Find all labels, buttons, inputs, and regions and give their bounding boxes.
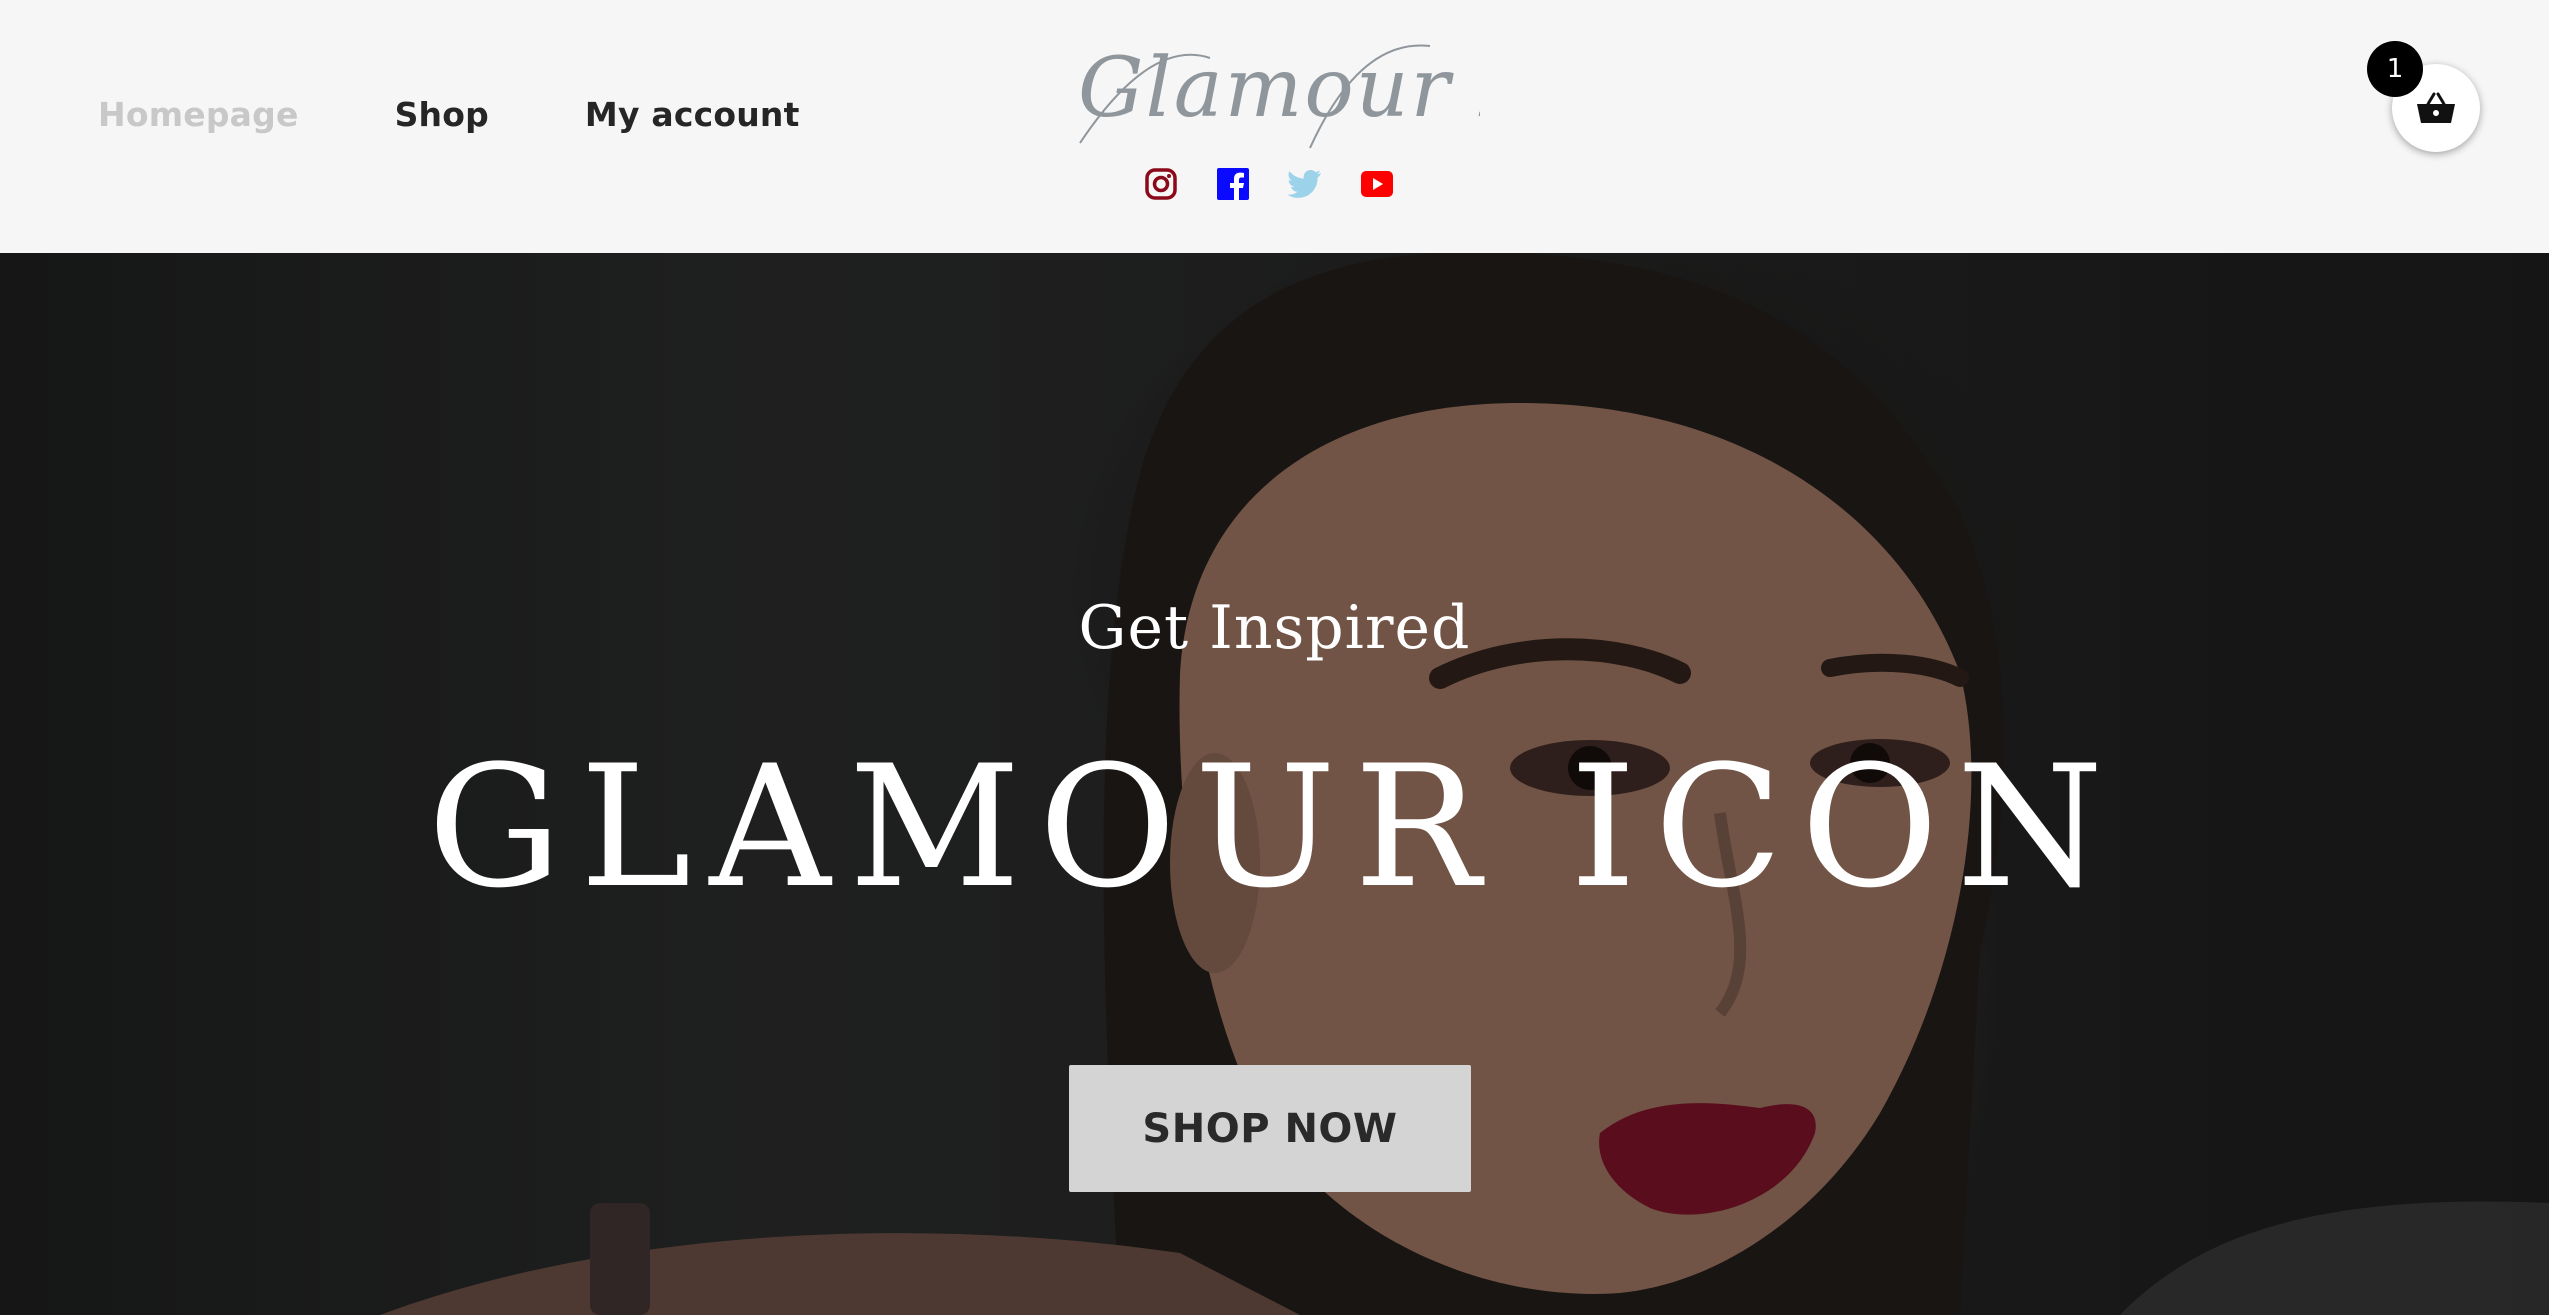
hero-subtitle: Get Inspired — [1078, 593, 1471, 663]
nav-link-shop[interactable]: Shop — [395, 95, 489, 134]
twitter-icon[interactable] — [1287, 166, 1323, 202]
hero-banner: Get Inspired GLAMOUR ICON SHOP NOW — [0, 253, 2549, 1315]
svg-text:Glamour Icon: Glamour Icon — [1078, 41, 1480, 136]
nav-link-homepage[interactable]: Homepage — [98, 95, 299, 134]
logo-script: Glamour Icon — [1078, 41, 1666, 149]
main-nav: Homepage Shop My account — [98, 95, 896, 134]
nav-link-my-account[interactable]: My account — [585, 95, 800, 134]
instagram-icon[interactable] — [1143, 166, 1179, 202]
social-links — [1143, 166, 1395, 202]
site-header: Homepage Shop My account Glamour Icon — [0, 0, 2549, 253]
shop-now-button[interactable]: SHOP NOW — [1069, 1065, 1471, 1192]
hero-title: GLAMOUR ICON — [427, 729, 2122, 925]
facebook-icon[interactable] — [1215, 166, 1251, 202]
cart-count-badge: 1 — [2367, 41, 2423, 97]
site-logo[interactable]: Glamour Icon — [1060, 18, 1666, 168]
youtube-icon[interactable] — [1359, 166, 1395, 202]
basket-icon — [2417, 92, 2455, 123]
